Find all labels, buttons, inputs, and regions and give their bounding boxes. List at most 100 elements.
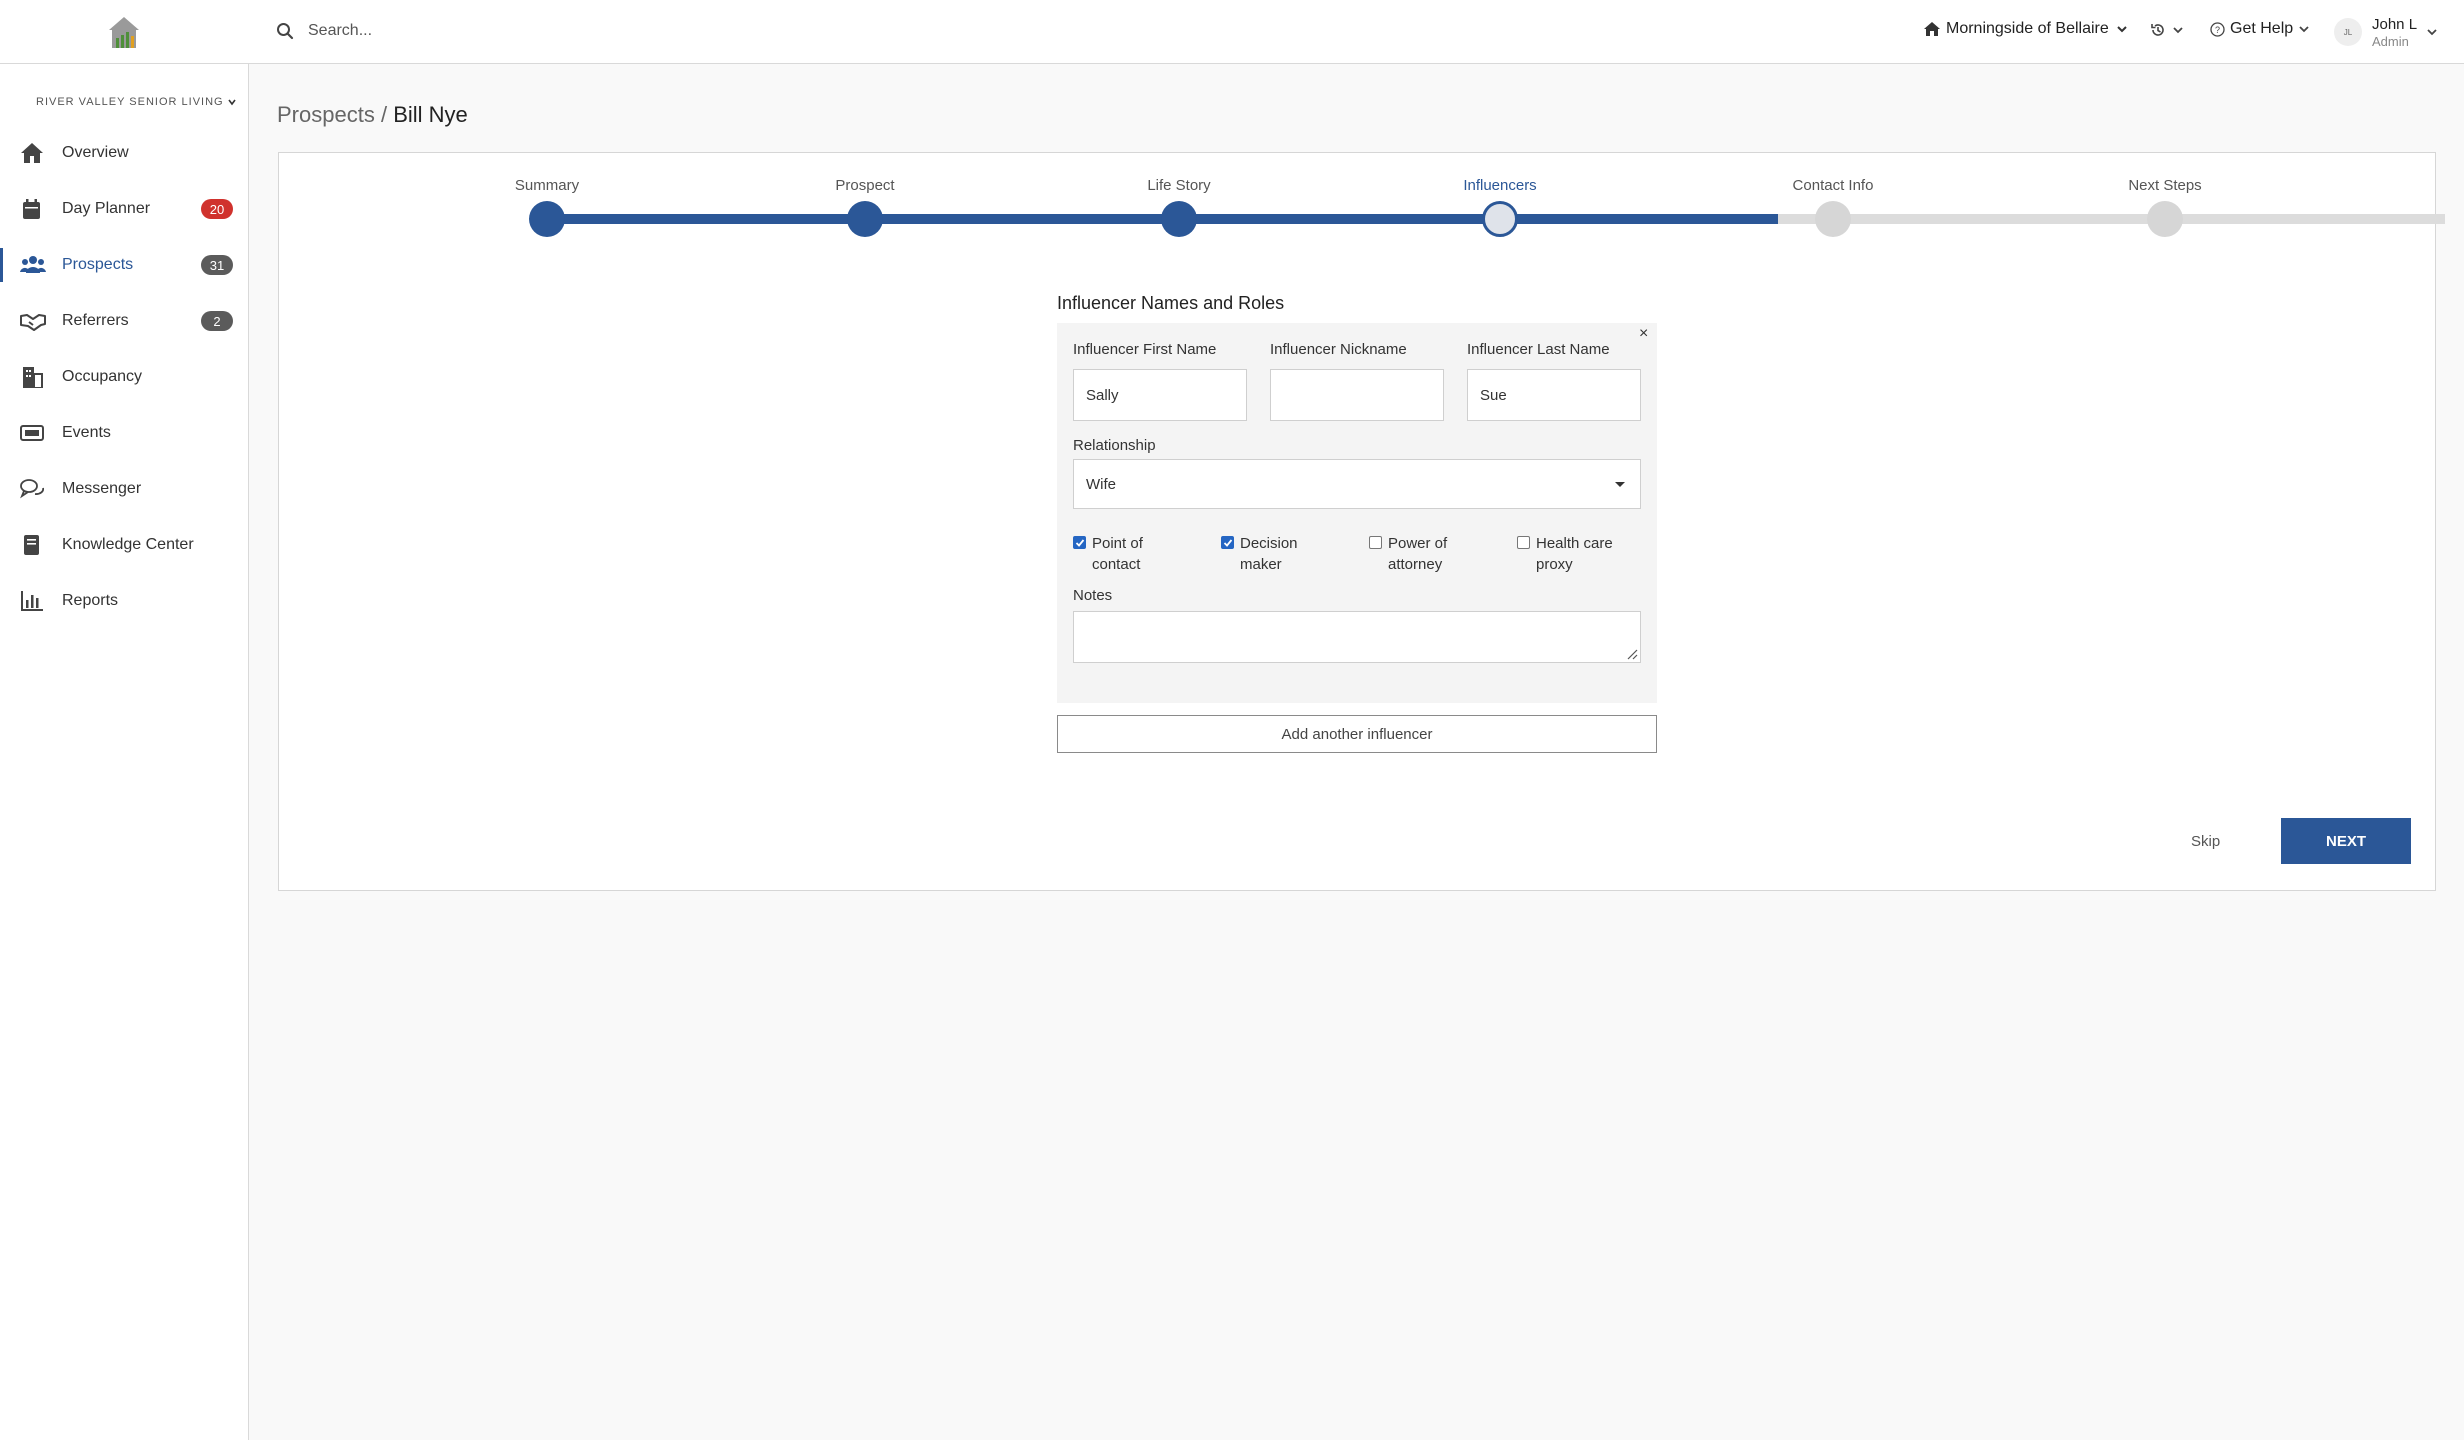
count-badge: 2 <box>201 311 233 331</box>
chevron-down-icon <box>2115 22 2129 36</box>
checkbox-unchecked-icon[interactable] <box>1369 536 1382 549</box>
sidebar-item-label: Referrers <box>62 312 129 329</box>
step-label-influencers[interactable]: Influencers <box>1463 177 1536 194</box>
sidebar-item-day-planner[interactable]: Day Planner 20 <box>0 186 249 232</box>
last-name-field[interactable] <box>1467 369 1641 421</box>
step-label-next-steps[interactable]: Next Steps <box>2128 177 2201 194</box>
sidebar-item-label: Overview <box>62 144 129 161</box>
get-help-label: Get Help <box>2230 20 2294 37</box>
relationship-value: Wife <box>1086 475 1116 493</box>
sidebar-item-label: Messenger <box>62 480 142 497</box>
breadcrumb-parent[interactable]: Prospects <box>277 102 375 127</box>
house-logo-icon[interactable] <box>106 14 142 50</box>
last-name-label: Influencer Last Name <box>1467 341 1610 358</box>
org-selector[interactable]: RIVER VALLEY SENIOR LIVING <box>36 96 237 108</box>
checkbox-checked-icon[interactable] <box>1073 536 1086 549</box>
power-of-attorney-checkbox[interactable]: Power of attorney <box>1369 533 1478 575</box>
count-badge: 31 <box>201 255 233 275</box>
sidebar-item-messenger[interactable]: Messenger <box>0 466 249 512</box>
user-name: John L <box>2372 16 2418 33</box>
calendar-icon <box>20 198 44 220</box>
org-name: RIVER VALLEY SENIOR LIVING <box>36 96 224 108</box>
chevron-down-icon <box>227 97 237 107</box>
first-name-label: Influencer First Name <box>1073 341 1217 358</box>
next-button[interactable]: NEXT <box>2281 818 2411 864</box>
resize-grip-icon[interactable] <box>1626 648 1638 660</box>
user-menu[interactable]: John L Admin <box>2372 16 2417 50</box>
book-icon <box>20 534 44 556</box>
history-menu[interactable] <box>2150 22 2184 38</box>
checkbox-label: Health care proxy <box>1536 535 1613 573</box>
checkbox-label: Decision maker <box>1240 535 1298 573</box>
search-input[interactable]: Search... <box>308 22 372 40</box>
relationship-label: Relationship <box>1073 437 1156 454</box>
search-icon <box>276 22 294 40</box>
step-label-summary[interactable]: Summary <box>515 177 579 194</box>
svg-text:?: ? <box>2215 25 2220 35</box>
avatar[interactable]: JL <box>2334 18 2362 46</box>
point-of-contact-checkbox[interactable]: Point of contact <box>1073 533 1182 575</box>
step-dot-next-steps[interactable] <box>2147 201 2183 237</box>
bar-chart-icon <box>20 590 44 612</box>
wizard-card: Summary Prospect Life Story Influencers … <box>278 152 2445 891</box>
help-circle-icon: ? <box>2210 21 2225 37</box>
progress-track-remaining <box>1778 214 2445 224</box>
handshake-icon <box>20 310 46 332</box>
chevron-down-icon <box>2298 23 2310 35</box>
breadcrumb-separator: / <box>380 102 388 127</box>
user-role: Admin <box>2372 34 2409 49</box>
nickname-label: Influencer Nickname <box>1270 341 1407 358</box>
community-selector[interactable]: Morningside of Bellaire <box>1924 20 2129 38</box>
checkbox-label: Point of contact <box>1092 535 1143 573</box>
add-influencer-button[interactable]: Add another influencer <box>1057 715 1657 753</box>
breadcrumb-current: Bill Nye <box>393 102 468 127</box>
checkbox-checked-icon[interactable] <box>1221 536 1234 549</box>
checkbox-unchecked-icon[interactable] <box>1517 536 1530 549</box>
sidebar-item-label: Reports <box>62 592 119 609</box>
top-bar: Search... Morningside of Bellaire ? Get … <box>0 0 2464 64</box>
sidebar-item-prospects[interactable]: Prospects 31 <box>0 242 249 288</box>
section-title: Influencer Names and Roles <box>1057 293 1285 313</box>
sidebar-item-events[interactable]: Events <box>0 410 249 456</box>
checkbox-label: Power of attorney <box>1388 535 1448 573</box>
decision-maker-checkbox[interactable]: Decision maker <box>1221 533 1330 575</box>
relationship-select[interactable]: Wife <box>1073 459 1641 509</box>
caret-down-icon <box>1614 481 1626 488</box>
people-icon <box>20 254 46 276</box>
step-label-life-story[interactable]: Life Story <box>1147 177 1210 194</box>
step-dot-prospect[interactable] <box>847 201 883 237</box>
sidebar: RIVER VALLEY SENIOR LIVING Overview Day … <box>0 64 249 1440</box>
step-dot-summary[interactable] <box>529 201 565 237</box>
step-dot-influencers[interactable] <box>1482 201 1518 237</box>
get-help-menu[interactable]: ? Get Help <box>2210 20 2310 38</box>
chevron-down-icon[interactable] <box>2426 26 2438 38</box>
sidebar-item-label: Occupancy <box>62 368 143 385</box>
history-icon <box>2150 22 2166 38</box>
sidebar-item-reports[interactable]: Reports <box>0 578 249 624</box>
sidebar-item-label: Day Planner <box>62 200 151 217</box>
search-bar[interactable]: Search... <box>276 18 372 44</box>
ticket-icon <box>20 422 44 444</box>
home-icon <box>20 142 44 164</box>
sidebar-item-label: Prospects <box>62 256 134 273</box>
notes-textarea[interactable] <box>1073 611 1641 663</box>
breadcrumb: Prospects / Bill Nye <box>277 102 468 128</box>
chat-icon <box>20 478 44 500</box>
sidebar-item-overview[interactable]: Overview <box>0 130 249 176</box>
close-icon[interactable]: × <box>1639 325 1648 343</box>
sidebar-item-referrers[interactable]: Referrers 2 <box>0 298 249 344</box>
first-name-field[interactable] <box>1073 369 1247 421</box>
step-dot-contact-info[interactable] <box>1815 201 1851 237</box>
chevron-down-icon <box>2172 24 2184 36</box>
community-label: Morningside of Bellaire <box>1946 20 2109 37</box>
sidebar-item-label: Knowledge Center <box>62 536 194 553</box>
step-label-contact-info[interactable]: Contact Info <box>1793 177 1874 194</box>
step-dot-life-story[interactable] <box>1161 201 1197 237</box>
step-label-prospect[interactable]: Prospect <box>835 177 894 194</box>
health-care-proxy-checkbox[interactable]: Health care proxy <box>1517 533 1626 575</box>
influencer-panel: × Influencer First Name Influencer Nickn… <box>1057 323 1657 703</box>
sidebar-item-knowledge-center[interactable]: Knowledge Center <box>0 522 249 568</box>
sidebar-item-occupancy[interactable]: Occupancy <box>0 354 249 400</box>
skip-button[interactable]: Skip <box>2191 833 2220 850</box>
nickname-field[interactable] <box>1270 369 1444 421</box>
